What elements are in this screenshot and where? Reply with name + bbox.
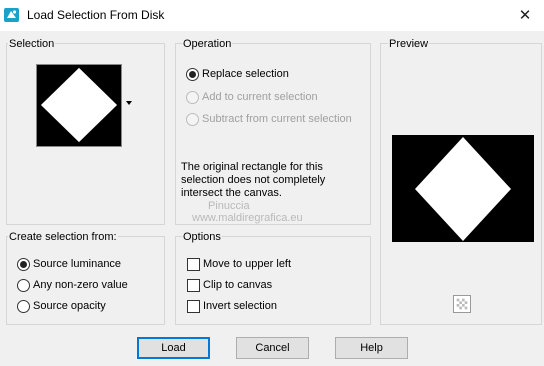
radio-label: Source opacity: [33, 300, 106, 312]
checkbox[interactable]: [187, 278, 200, 292]
radio-button: [186, 112, 199, 126]
radio-source-luminance[interactable]: Source luminance: [17, 256, 121, 272]
radio-any-non-zero[interactable]: Any non-zero value: [17, 277, 128, 293]
preview-image: [392, 135, 534, 242]
preview-label: Preview: [388, 38, 430, 50]
title-bar: Load Selection From Disk ✕: [0, 0, 544, 31]
radio-label: Add to current selection: [202, 91, 318, 103]
checkbox-invert-selection[interactable]: Invert selection: [187, 298, 277, 314]
load-button[interactable]: Load: [137, 337, 210, 359]
radio-button[interactable]: [17, 278, 30, 292]
options-label: Options: [182, 231, 222, 243]
checkbox-label: Clip to canvas: [203, 279, 273, 291]
close-icon: ✕: [518, 7, 532, 24]
help-button[interactable]: Help: [335, 337, 408, 359]
checkbox-move-to-upper-left[interactable]: Move to upper left: [187, 256, 291, 272]
warning-message: The original rectangle for this selectio…: [181, 161, 326, 199]
app-icon: [4, 8, 19, 22]
checkbox-label: Move to upper left: [203, 258, 292, 270]
radio-button[interactable]: [17, 299, 30, 313]
close-button[interactable]: ✕: [508, 3, 542, 27]
radio-label: Any non-zero value: [33, 279, 128, 291]
create-from-label: Create selection from:: [8, 231, 118, 243]
radio-subtract-from-selection: Subtract from current selection: [186, 111, 352, 127]
transparency-icon[interactable]: [453, 295, 471, 313]
radio-button: [186, 90, 199, 104]
radio-source-opacity[interactable]: Source opacity: [17, 298, 106, 314]
operation-label: Operation: [182, 38, 233, 50]
radio-button[interactable]: [17, 257, 30, 271]
window-title: Load Selection From Disk: [27, 8, 165, 22]
radio-button[interactable]: [186, 67, 199, 81]
radio-label: Replace selection: [202, 68, 289, 80]
radio-add-to-selection: Add to current selection: [186, 89, 318, 105]
cancel-button[interactable]: Cancel: [236, 337, 309, 359]
selection-label: Selection: [8, 38, 56, 50]
checkbox[interactable]: [187, 257, 200, 271]
checkbox-label: Invert selection: [203, 300, 277, 312]
radio-label: Subtract from current selection: [202, 113, 352, 125]
checkbox[interactable]: [187, 299, 200, 313]
checkbox-clip-to-canvas[interactable]: Clip to canvas: [187, 277, 272, 293]
chevron-down-icon[interactable]: [126, 101, 132, 105]
selection-thumbnail[interactable]: [36, 64, 122, 147]
radio-label: Source luminance: [33, 258, 122, 270]
radio-replace-selection[interactable]: Replace selection: [186, 66, 289, 82]
